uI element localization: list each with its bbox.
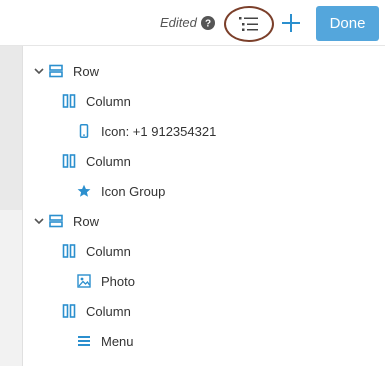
tree-item-label: Icon Group xyxy=(101,183,166,199)
tree-item-column[interactable]: Column xyxy=(62,241,131,261)
menu-icon xyxy=(78,336,90,346)
tree-item-row[interactable]: Row xyxy=(33,211,99,231)
outline-panel: Row Column Icon: +1 912354321 Column Ico… xyxy=(22,46,385,366)
tree-item-label: Column xyxy=(86,93,131,109)
tree-item-label: Row xyxy=(73,213,100,229)
column-icon xyxy=(62,154,76,168)
star-icon xyxy=(77,184,91,197)
tree-item-label: Icon: +1 912354321 xyxy=(101,123,217,139)
chevron-down-icon[interactable] xyxy=(33,215,45,227)
tree-item-column[interactable]: Column xyxy=(62,151,131,171)
tree-item-menu[interactable]: Menu xyxy=(77,331,134,351)
row-icon xyxy=(49,64,63,78)
row-icon xyxy=(49,214,63,228)
chevron-down-icon[interactable] xyxy=(33,65,45,77)
tree-item-label: Menu xyxy=(101,333,134,349)
svg-text:?: ? xyxy=(205,19,211,30)
column-icon xyxy=(62,304,76,318)
tree-item-column[interactable]: Column xyxy=(62,91,131,111)
edited-status: Edited xyxy=(160,15,197,30)
tree-item-label: Column xyxy=(86,303,131,319)
page-canvas-band xyxy=(0,46,22,210)
outline-button[interactable] xyxy=(224,6,274,42)
add-content-icon[interactable] xyxy=(280,12,302,34)
tree-item-photo[interactable]: Photo xyxy=(77,271,135,291)
tree-item-label: Column xyxy=(86,153,131,169)
photo-icon xyxy=(77,274,91,288)
mobile-phone-icon xyxy=(79,124,89,138)
list-outline-icon xyxy=(239,17,258,31)
column-icon xyxy=(62,244,76,258)
tree-item-label: Photo xyxy=(101,273,135,289)
column-icon xyxy=(62,94,76,108)
help-icon[interactable]: ? xyxy=(201,16,215,30)
tree-item-icon-module[interactable]: Icon: +1 912354321 xyxy=(77,121,216,141)
top-toolbar: Edited ? Done xyxy=(0,0,385,46)
done-button[interactable]: Done xyxy=(316,6,379,41)
tree-item-label: Column xyxy=(86,243,131,259)
tree-item-label: Row xyxy=(73,63,100,79)
tree-item-row[interactable]: Row xyxy=(33,61,99,81)
tree-item-icon-group[interactable]: Icon Group xyxy=(77,181,165,201)
tree-item-column[interactable]: Column xyxy=(62,301,131,321)
